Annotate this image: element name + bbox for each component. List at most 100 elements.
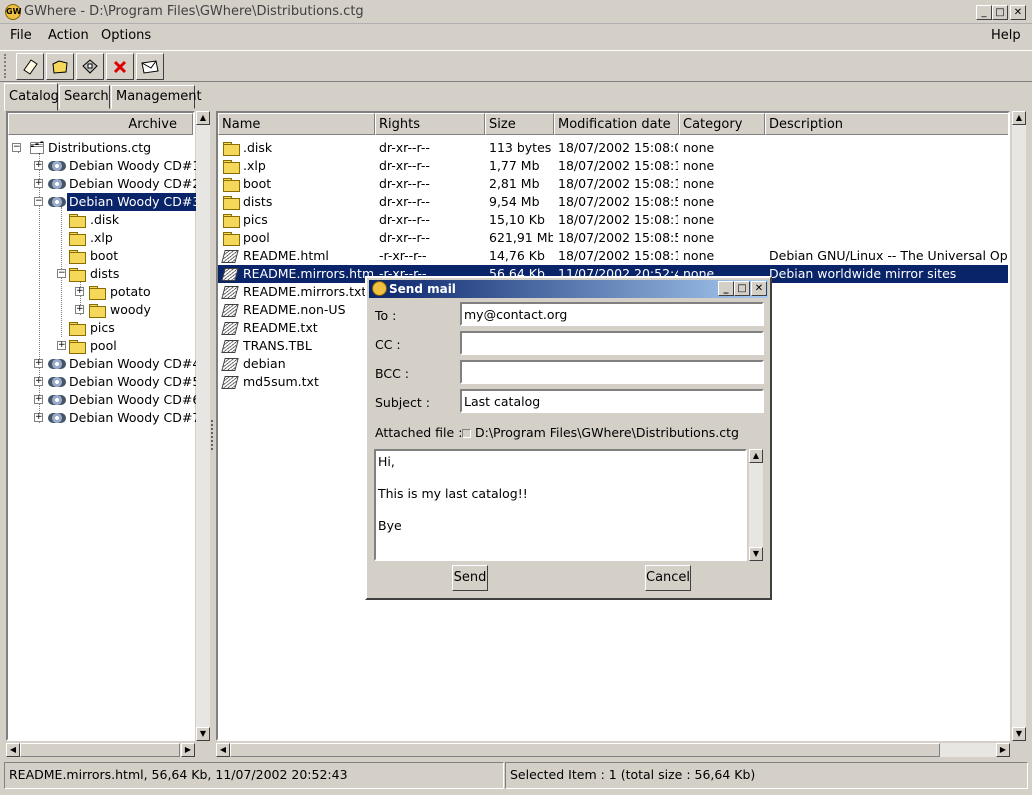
tree-item[interactable]: + Debian Woody CD#2	[12, 175, 200, 193]
tab-management[interactable]: Management	[111, 85, 202, 109]
list-row[interactable]: pics dr-xr--r-- 15,10 Kb 18/07/2002 15:08:1…	[218, 211, 1008, 229]
cell-category: none	[683, 194, 715, 209]
message-body[interactable]: Hi, This is my last catalog!! Bye	[374, 449, 747, 561]
cell-description: Debian GNU/Linux -- The Universal Opera	[769, 248, 1009, 263]
maximize-button[interactable]: □	[992, 5, 1008, 20]
list-row[interactable]: boot dr-xr--r-- 2,81 Mb 18/07/2002 15:08:15…	[218, 175, 1008, 193]
folder-icon	[223, 214, 240, 228]
tree-horizontal-scrollbar[interactable]: ◀ ▶	[6, 743, 195, 757]
dialog-close-button[interactable]: ✕	[751, 281, 767, 296]
bcc-field[interactable]	[460, 360, 764, 384]
expand-icon[interactable]: +	[34, 161, 43, 170]
tree-item-label: Debian Woody CD#2	[69, 176, 201, 191]
menu-options[interactable]: Options	[101, 28, 151, 43]
expand-icon[interactable]: +	[57, 341, 66, 350]
list-row[interactable]: README.html -r-xr--r-- 14,76 Kb 18/07/2002 …	[218, 247, 1008, 265]
tree-item[interactable]: + Debian Woody CD#5	[12, 373, 200, 391]
folder-icon	[223, 196, 240, 210]
cell-name: md5sum.txt	[243, 374, 319, 389]
scroll-down-icon[interactable]: ▼	[749, 547, 763, 561]
close-window-button[interactable]: ✕	[1010, 5, 1026, 20]
scroll-up-icon[interactable]: ▲	[1012, 111, 1026, 125]
to-field[interactable]: my@contact.org	[460, 302, 764, 326]
subject-field[interactable]: Last catalog	[460, 389, 764, 413]
column-header-size[interactable]: Size	[485, 113, 554, 135]
cd-icon	[48, 377, 66, 387]
message-line: Hi,	[378, 454, 395, 469]
tree-item[interactable]: + Debian Woody CD#4	[12, 355, 200, 373]
list-row[interactable]: .disk dr-xr--r-- 113 bytes 18/07/2002 15:08…	[218, 139, 1008, 157]
minimize-button[interactable]: _	[976, 5, 992, 20]
cc-label: CC :	[375, 337, 401, 352]
scroll-right-icon[interactable]: ▶	[181, 743, 195, 757]
tab-catalog[interactable]: Catalog	[4, 83, 59, 111]
list-row[interactable]: .xlp dr-xr--r-- 1,77 Mb 18/07/2002 15:08:15…	[218, 157, 1008, 175]
cell-size: 15,10 Kb	[489, 212, 545, 227]
cc-field[interactable]	[460, 331, 764, 355]
scroll-left-icon[interactable]: ◀	[216, 743, 230, 757]
menu-help[interactable]: Help	[991, 28, 1021, 43]
scroll-thumb[interactable]	[20, 743, 180, 757]
menu-file[interactable]: File	[10, 28, 32, 43]
dialog-maximize-button[interactable]: □	[734, 281, 750, 296]
open-catalog-button[interactable]	[46, 53, 74, 80]
expand-icon[interactable]: +	[34, 395, 43, 404]
cell-date: 18/07/2002 15:08:15	[558, 158, 678, 173]
scroll-down-icon[interactable]: ▼	[1012, 727, 1026, 741]
menu-action[interactable]: Action	[48, 28, 89, 43]
tree-vertical-scrollbar[interactable]: ▲ ▼	[196, 111, 210, 741]
column-header-date[interactable]: Modification date	[554, 113, 679, 135]
column-header-rights[interactable]: Rights	[375, 113, 485, 135]
attach-checkbox[interactable]	[462, 429, 471, 438]
file-icon	[221, 250, 239, 263]
send-button[interactable]: Send	[452, 565, 488, 591]
file-icon	[221, 358, 239, 371]
scroll-right-icon[interactable]: ▶	[996, 743, 1010, 757]
collapse-icon[interactable]: −	[12, 143, 21, 152]
message-line: Bye	[378, 518, 402, 533]
cell-rights: dr-xr--r--	[379, 194, 430, 209]
column-header-description[interactable]: Description	[765, 113, 1008, 135]
tree-item-selected[interactable]: − Debian Woody CD#3	[12, 193, 203, 211]
tree-item[interactable]: + Debian Woody CD#1	[12, 157, 200, 175]
scroll-down-icon[interactable]: ▼	[196, 727, 210, 741]
expand-icon[interactable]: +	[34, 179, 43, 188]
tree-item[interactable]: + Debian Woody CD#6	[12, 391, 200, 409]
list-row[interactable]: dists dr-xr--r-- 9,54 Mb 18/07/2002 15:08:5…	[218, 193, 1008, 211]
save-catalog-button[interactable]	[76, 53, 104, 80]
dialog-minimize-button[interactable]: _	[718, 281, 734, 296]
collapse-icon[interactable]: −	[34, 197, 43, 206]
expand-icon[interactable]: +	[75, 287, 84, 296]
close-catalog-button[interactable]	[106, 53, 134, 80]
scroll-up-icon[interactable]: ▲	[196, 111, 210, 125]
send-mail-button[interactable]	[136, 53, 164, 80]
column-header-name[interactable]: Name	[218, 113, 375, 135]
collapse-icon[interactable]: −	[57, 269, 66, 278]
tree-item[interactable]: + Debian Woody CD#7	[12, 409, 200, 427]
message-scrollbar[interactable]: ▲ ▼	[749, 449, 763, 561]
tab-search[interactable]: Search	[59, 85, 110, 109]
archive-column-header[interactable]: Archive	[8, 113, 193, 135]
scroll-thumb[interactable]	[230, 743, 940, 757]
toolbar-grip[interactable]	[4, 54, 9, 78]
expand-icon[interactable]: +	[75, 305, 84, 314]
expand-icon[interactable]: +	[34, 359, 43, 368]
scroll-up-icon[interactable]: ▲	[749, 449, 763, 463]
cancel-button[interactable]: Cancel	[645, 565, 691, 591]
tree-item-label: Debian Woody CD#4	[69, 356, 201, 371]
list-horizontal-scrollbar[interactable]: ◀ ▶	[216, 743, 1010, 757]
message-line	[378, 470, 743, 486]
list-row[interactable]: pool dr-xr--r-- 621,91 Mb 18/07/2002 15:08:…	[218, 229, 1008, 247]
column-header-category[interactable]: Category	[679, 113, 765, 135]
new-catalog-button[interactable]	[16, 53, 44, 80]
dialog-title-bar[interactable]: Send mail _ □ ✕	[369, 280, 768, 298]
scroll-left-icon[interactable]: ◀	[6, 743, 20, 757]
list-vertical-scrollbar[interactable]: ▲ ▼	[1012, 111, 1026, 741]
folder-icon	[69, 250, 86, 264]
cell-size: 2,81 Mb	[489, 176, 540, 191]
attached-file-label: Attached file :	[375, 425, 463, 440]
cell-date: 18/07/2002 15:08:58	[558, 194, 678, 209]
panel-splitter[interactable]	[211, 420, 214, 450]
expand-icon[interactable]: +	[34, 413, 43, 422]
expand-icon[interactable]: +	[34, 377, 43, 386]
